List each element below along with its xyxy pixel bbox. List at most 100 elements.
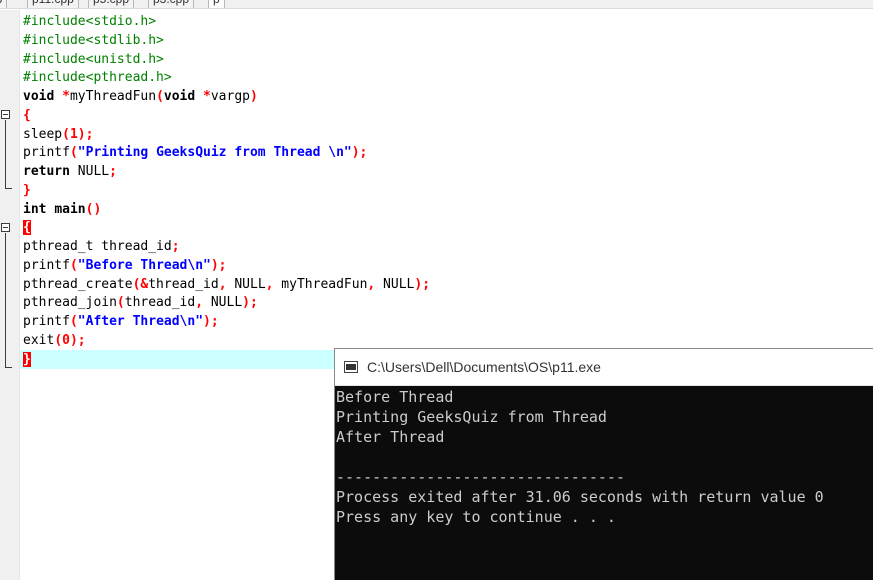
code-line: printf("Printing GeeksQuiz from Thread \… [23,144,430,163]
console-line: Printing GeeksQuiz from Thread [336,408,607,426]
code-token: "After Thread\n" [77,314,204,329]
code-token: ; [109,164,117,179]
editor-tab[interactable]: p5.cpp [88,0,135,8]
code-token: pthread_t thread_id [23,239,172,254]
code-token: vargp [210,89,250,104]
code-line: pthread_create(&thread_id, NULL, myThrea… [23,276,430,295]
source-code[interactable]: #include<stdio.h> #include<stdlib.h> #incl… [23,13,430,369]
code-token: void [163,89,196,104]
code-line: sleep(1); [23,126,430,145]
code-token: ); [203,314,219,329]
console-line: Before Thread [336,388,454,406]
code-token: #include<unistd.h> [23,51,164,67]
code-token: { [23,107,31,123]
code-token: int [23,201,47,217]
code-token: 1 [69,126,78,142]
code-line: { [23,107,430,126]
fold-end-marker [5,367,12,368]
code-token: pthread_join [23,295,117,311]
fold-guide-line [5,120,6,188]
console-window[interactable]: C:\Users\Dell\Documents\OS\p11.exe Befor… [334,348,873,580]
code-token: printf [23,257,70,273]
code-token: #include<stdio.h> [23,14,157,29]
code-token: NULL [375,276,415,292]
fold-toggle-icon[interactable] [1,223,10,232]
code-token: ; [171,239,180,254]
code-token: ( [69,145,78,161]
code-token: ( [54,332,63,348]
code-token: ( [62,126,70,142]
code-line: printf("After Thread\n"); [23,313,430,332]
console-line: After Thread [336,428,445,446]
code-token: ); [242,295,258,311]
code-token: "Printing GeeksQuiz from Thread \n" [77,145,352,161]
code-token: 0 [62,332,70,348]
code-token: ); [414,276,431,292]
fold-toggle-icon[interactable] [1,110,10,119]
code-token: ( [69,257,78,273]
code-token: main [54,201,86,217]
console-title-bar[interactable]: C:\Users\Dell\Documents\OS\p11.exe [335,349,873,386]
code-token: { [23,220,31,236]
code-token: printf [23,145,70,161]
code-token: #include<pthread.h> [23,70,172,86]
code-token: exit [23,332,55,348]
editor-tab[interactable]: p3.cpp [148,0,195,8]
code-token: #include<stdlib.h> [23,32,164,48]
code-line: #include<pthread.h> [23,69,430,88]
code-line: printf("Before Thread\n"); [23,257,430,276]
code-token: NULL [69,164,110,179]
code-line: pthread_join(thread_id, NULL); [23,294,430,313]
code-line: pthread_t thread_id; [23,238,430,257]
code-token: myThreadFun [69,89,157,104]
console-output: Before Thread Printing GeeksQuiz from Thr… [335,387,824,527]
editor-tab[interactable]: p11.cpp [27,0,79,8]
code-token: * [203,89,211,104]
code-token: ) [250,89,258,104]
fold-end-marker [5,188,12,189]
code-token: thread_id [148,276,219,292]
editor-tab[interactable]: pp [0,0,8,8]
line-gutter [0,10,20,580]
code-token: thread_id [124,295,196,311]
code-token: * [62,89,70,104]
code-token: ( [116,295,125,311]
code-token: ); [77,126,94,142]
console-title: C:\Users\Dell\Documents\OS\p11.exe [367,359,601,375]
console-app-icon [344,361,358,373]
code-token: ( [69,314,78,329]
code-token: , [195,295,204,311]
code-line: void *myThreadFun(void *vargp) [23,88,430,107]
console-line: -------------------------------- [336,468,625,486]
fold-guide-line [5,233,6,367]
code-line: #include<stdio.h> [23,13,430,32]
code-token: () [85,201,102,217]
code-token: NULL [203,295,243,311]
editor-tab-bar: pp p11.cpp p5.cpp p3.cpp p [0,0,873,9]
code-token: return [23,164,70,179]
code-token: } [23,351,31,367]
code-token: pthread_create [23,276,133,292]
editor-tab[interactable]: p [208,0,225,8]
code-line: { [23,219,430,238]
code-line: int main() [23,201,430,220]
code-token: NULL [226,276,266,292]
code-token: } [23,182,31,198]
code-token: myThreadFun [273,276,368,292]
console-line: Press any key to continue . . . [336,508,616,526]
code-line: #include<unistd.h> [23,51,430,70]
code-line: #include<stdlib.h> [23,32,430,51]
code-token: sleep [23,126,63,142]
code-token: ); [210,257,227,273]
code-token: ( [156,89,164,104]
code-token: , [218,276,227,292]
code-token: void [23,89,55,104]
code-token: "Before Thread\n" [77,257,211,273]
code-token: ); [69,332,86,348]
code-line: return NULL; [23,163,430,182]
code-token: printf [23,314,70,329]
code-token: ); [351,145,368,161]
